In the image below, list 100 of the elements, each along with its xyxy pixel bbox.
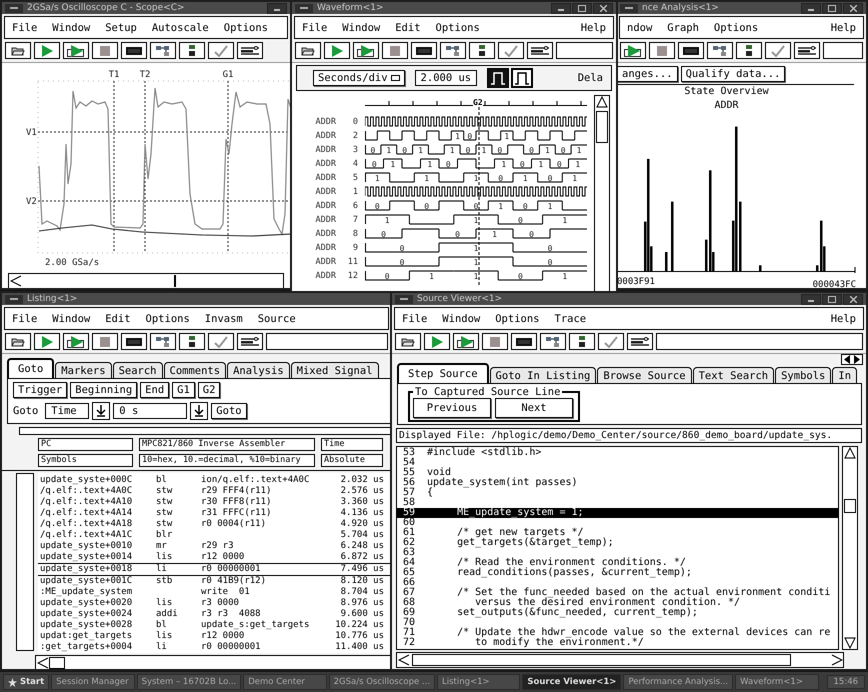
taskbar-item[interactable]: Listing<1> xyxy=(437,674,520,690)
menu-item[interactable]: Source xyxy=(258,312,296,324)
menu-item[interactable]: Window xyxy=(52,312,90,324)
check-button[interactable] xyxy=(498,42,524,59)
help-menu[interactable]: Help xyxy=(830,22,856,34)
code-line[interactable]: 64 /* Read the environment conditions. */ xyxy=(397,558,838,568)
column-header-field[interactable]: Symbols xyxy=(38,454,133,467)
pulse-button[interactable] xyxy=(487,68,510,88)
menu-item[interactable]: Edit xyxy=(105,312,131,324)
tab[interactable]: Goto In Listing xyxy=(490,367,596,383)
module-button[interactable] xyxy=(179,333,205,350)
code-line[interactable]: 66 xyxy=(397,578,838,588)
menu-item[interactable]: Setup xyxy=(105,22,137,34)
dropdown-button[interactable] xyxy=(190,402,208,420)
minimize-button[interactable] xyxy=(801,294,821,304)
goto-target-button[interactable]: G1 xyxy=(172,382,195,398)
tab[interactable]: In xyxy=(832,367,858,383)
window-menu-button[interactable] xyxy=(5,4,23,12)
code-line[interactable]: 69 set_outputs(&func_needed, current_temp); xyxy=(397,608,838,618)
tab[interactable]: Analysis xyxy=(227,362,290,378)
marker-line[interactable] xyxy=(144,80,146,254)
scale-value-field[interactable]: 2.000 us xyxy=(414,70,478,86)
check-button[interactable] xyxy=(765,42,791,59)
minimize-button[interactable] xyxy=(551,2,571,14)
vertical-scrollbar[interactable] xyxy=(594,95,610,292)
network-button[interactable] xyxy=(707,42,733,59)
pulse-button[interactable] xyxy=(511,68,534,88)
open-button[interactable] xyxy=(5,42,31,59)
cursor-line[interactable] xyxy=(478,107,480,287)
display-button[interactable] xyxy=(511,333,537,350)
display-button[interactable] xyxy=(121,42,147,59)
step-button[interactable]: Next xyxy=(495,398,573,418)
display-button[interactable] xyxy=(678,42,704,59)
network-button[interactable] xyxy=(150,42,176,59)
code-line[interactable]: 57 { xyxy=(397,488,838,498)
run-button[interactable] xyxy=(34,333,60,350)
goto-type-dropdown[interactable]: Time xyxy=(45,403,90,419)
maximize-button[interactable] xyxy=(572,2,592,14)
check-button[interactable] xyxy=(208,42,234,59)
goto-target-button[interactable]: G2 xyxy=(198,382,220,398)
run-button[interactable] xyxy=(34,42,60,59)
display-button[interactable] xyxy=(121,333,147,350)
run-repeat-button[interactable] xyxy=(453,333,479,350)
listing-row[interactable]: update_syste+0014 lis r12 0000 6.872 us xyxy=(38,552,391,563)
menu-item[interactable]: File xyxy=(302,22,328,34)
toolbar-field[interactable] xyxy=(266,333,388,350)
module-button[interactable] xyxy=(179,42,205,59)
toolbar-field[interactable] xyxy=(656,333,863,350)
taskbar-item[interactable]: System – 16702B Lo... xyxy=(136,674,242,690)
tab[interactable]: Mixed Signal xyxy=(290,362,379,378)
menu-item[interactable]: Window xyxy=(442,312,480,324)
code-line[interactable]: 63 xyxy=(397,548,838,558)
module-button[interactable] xyxy=(569,333,595,350)
taskbar-item[interactable]: Demo Center xyxy=(243,674,327,690)
column-header-field[interactable]: Time xyxy=(321,438,383,451)
goto-target-button[interactable]: Trigger xyxy=(13,382,68,398)
menu-item[interactable]: Options xyxy=(495,312,540,324)
taskbar-item[interactable]: Waveform<1> xyxy=(735,674,819,690)
tab[interactable]: Goto xyxy=(7,358,54,378)
taskbar-item[interactable]: Performance Analysis... xyxy=(623,674,734,690)
listing-row[interactable]: update_syste+0010 mr r29 r3 6.248 us xyxy=(38,541,391,552)
tab[interactable]: Step Source xyxy=(397,363,489,383)
scroll-thumb[interactable] xyxy=(412,654,791,666)
close-button[interactable] xyxy=(593,2,613,14)
column-header-field[interactable]: Absolute xyxy=(321,454,383,467)
probe-button[interactable] xyxy=(794,42,820,59)
minimize-button[interactable] xyxy=(267,2,287,14)
minimize-button[interactable] xyxy=(801,2,821,14)
menu-item[interactable]: Autoscale xyxy=(152,22,209,34)
code-line[interactable]: 71 /* Update the hdwr_encode value so the external devices can re xyxy=(397,628,838,638)
taskbar-item[interactable]: Source Viewer<1> xyxy=(522,674,622,690)
menu-item[interactable]: ndow xyxy=(627,22,652,34)
tab[interactable]: Text Search xyxy=(692,367,774,383)
scroll-thumb[interactable] xyxy=(596,111,608,143)
column-header-field[interactable]: 10=hex, 10.=decimal, %10=binary xyxy=(139,454,315,467)
code-line[interactable]: 54 xyxy=(397,458,838,468)
probe-button[interactable] xyxy=(627,333,653,350)
probe-button[interactable] xyxy=(237,333,263,350)
check-button[interactable] xyxy=(598,333,624,350)
listing-row[interactable]: update_syste+0028 bl update_s:get_targets 10.224 us xyxy=(38,620,391,631)
listing-row[interactable]: update_syste+0020 lis r3 0000 8.976 us xyxy=(38,598,391,609)
listing-row[interactable]: update_syste+000C bl ion/q.elf:.text+4A0C 2.032 us xyxy=(38,475,391,486)
code-line[interactable]: 60 xyxy=(397,518,838,528)
close-button[interactable] xyxy=(843,2,863,14)
network-button[interactable] xyxy=(440,42,466,59)
taskbar-item[interactable]: Session Manager xyxy=(51,674,135,690)
tab[interactable]: Browse Source xyxy=(597,367,692,383)
toolbar-field[interactable] xyxy=(823,42,863,59)
stop-button[interactable] xyxy=(649,42,675,59)
menu-item[interactable]: Window xyxy=(52,22,90,34)
code-line[interactable]: 68 versus the desired environment condition. */ xyxy=(397,598,838,608)
range-button[interactable]: anges... xyxy=(617,66,678,82)
probe-button[interactable] xyxy=(237,42,263,59)
menu-item[interactable]: Options xyxy=(436,22,480,34)
code-line[interactable]: 53 #include <stdlib.h> xyxy=(397,448,838,458)
code-line[interactable]: 58 xyxy=(397,498,838,508)
code-line[interactable]: 61 /* get new targets */ xyxy=(397,528,838,538)
goto-target-button[interactable]: Beginning xyxy=(70,382,138,398)
code-line[interactable]: 65 read_conditions(passes, &current_temp); xyxy=(397,568,838,578)
window-menu-button[interactable] xyxy=(5,294,23,304)
